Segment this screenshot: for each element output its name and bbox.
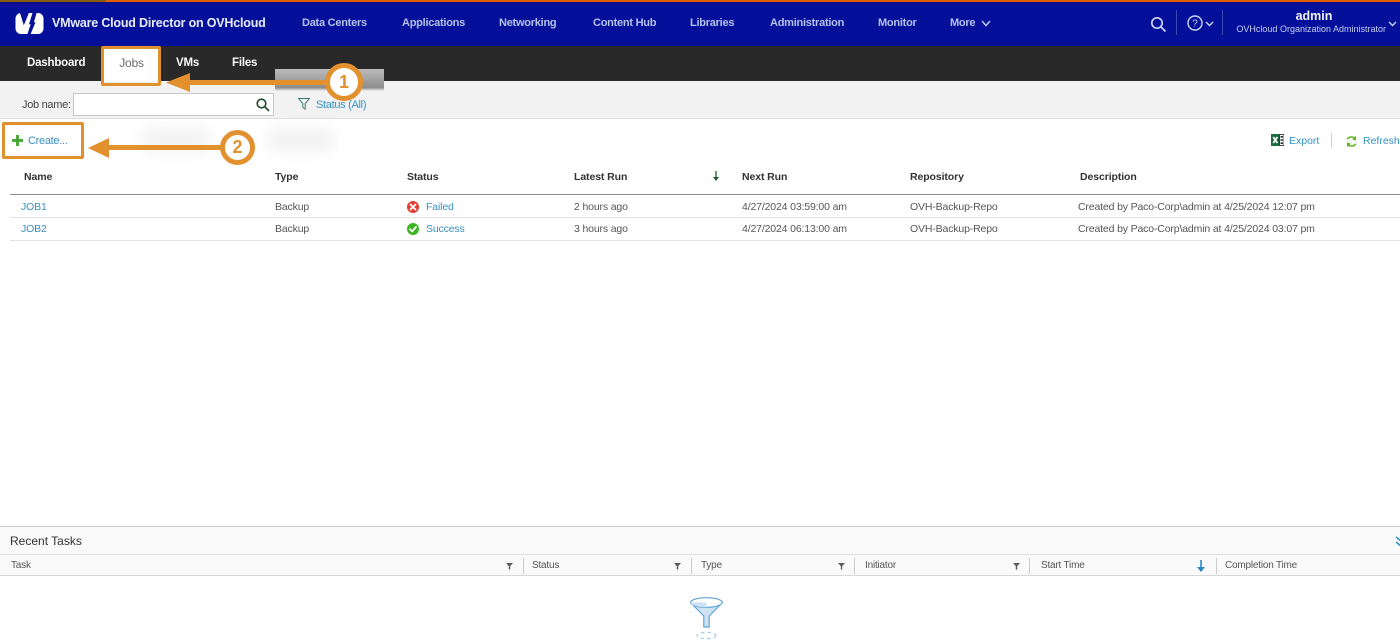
svg-text:?: ? xyxy=(1192,19,1198,30)
